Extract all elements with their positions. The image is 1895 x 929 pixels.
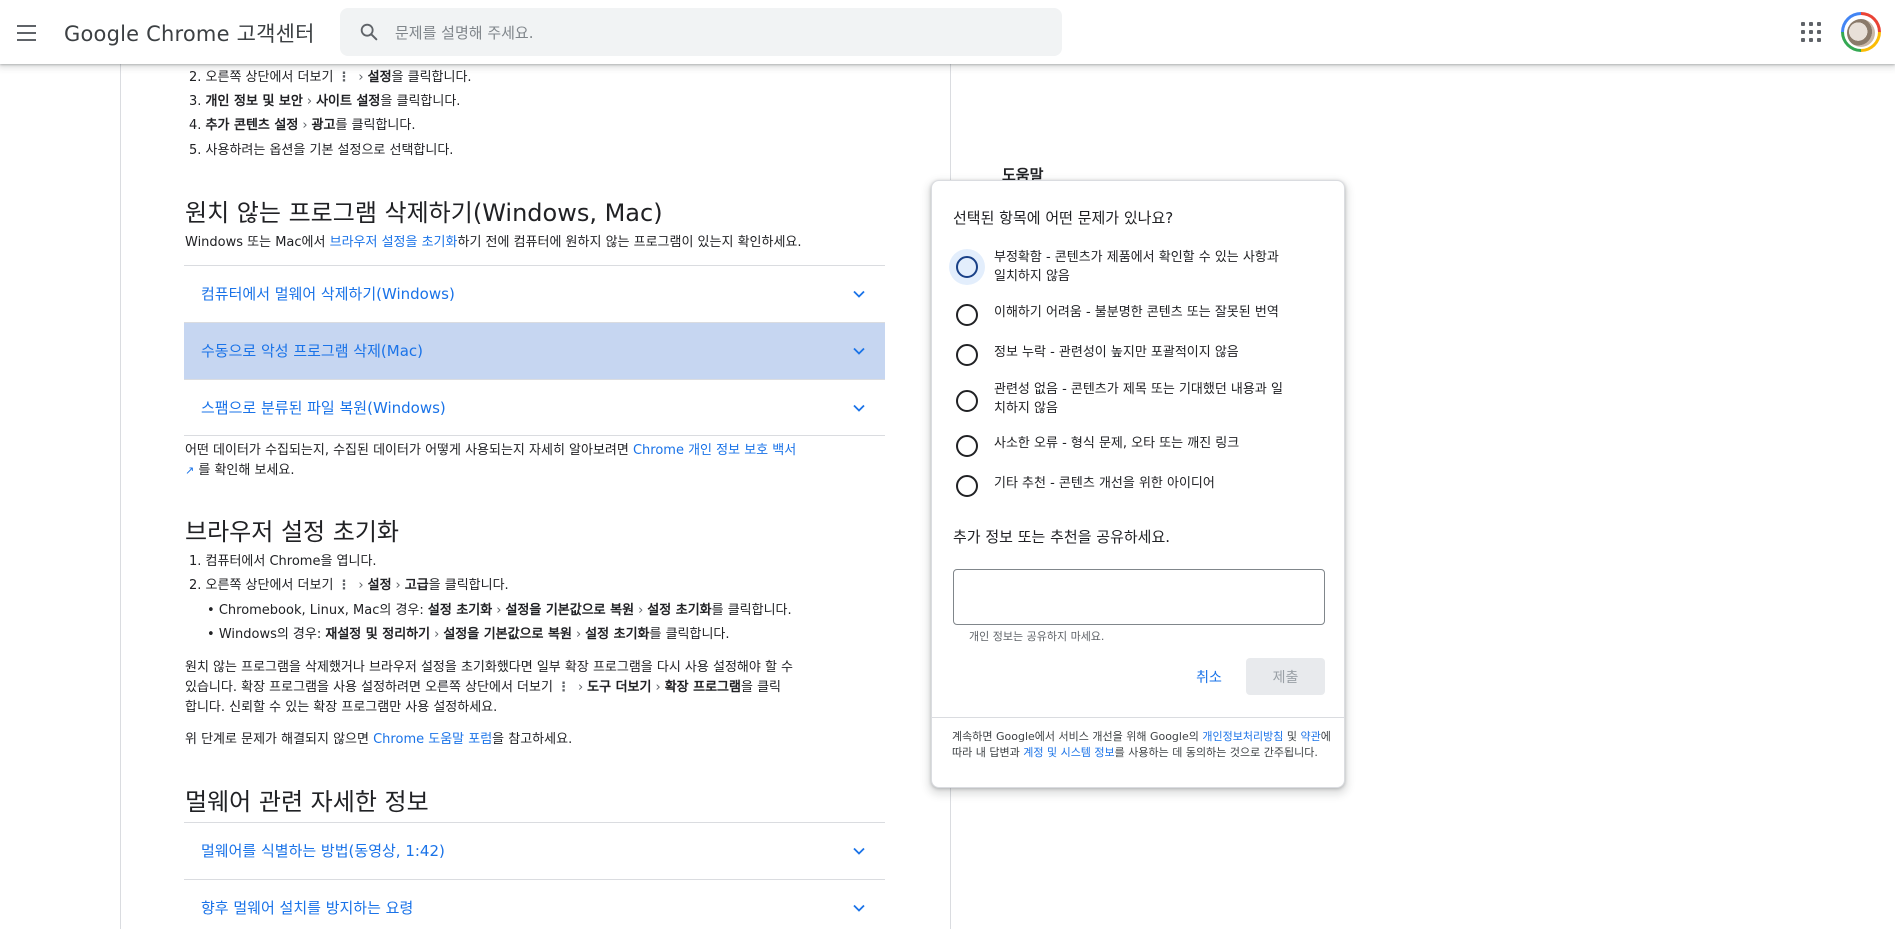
option-missing-info[interactable]: 정보 누락 - 관련성이 높지만 포괄적이지 않음 <box>952 342 1332 368</box>
account-avatar[interactable] <box>1841 12 1881 52</box>
privacy-hint: 개인 정보는 공유하지 마세요. <box>969 630 1105 643</box>
cat-avatar-image <box>1847 19 1875 47</box>
site-title[interactable]: Google Chrome 고객센터 <box>64 18 315 48</box>
submit-button[interactable]: 제출 <box>1246 658 1325 695</box>
consent-text: 계속하면 Google에서 서비스 개선을 위해 Google의 개인정보처리방… <box>952 730 1331 759</box>
reset-settings-link[interactable]: 브라우저 설정을 초기화 <box>330 235 458 250</box>
google-apps-icon[interactable] <box>1800 21 1822 43</box>
radio-button[interactable] <box>956 344 978 366</box>
help-forum-link[interactable]: Chrome 도움말 포럼 <box>373 732 492 747</box>
reset-bullet-chromebook: • Chromebook, Linux, Mac의 경우: 설정 초기화 › 설정을… <box>207 603 792 618</box>
section-heading-remove-programs: 원치 않는 프로그램 삭제하기(Windows, Mac) <box>185 199 663 227</box>
chevron-right-icon: › <box>395 578 401 593</box>
reset-step-2: 2. 오른쪽 상단에서 더보기 ⋮ › 설정 › 고급을 클릭합니다. <box>189 578 509 593</box>
accordion-remove-malware-windows[interactable]: 컴퓨터에서 멀웨어 삭제하기(Windows) <box>184 265 885 322</box>
option-label: 관련성 없음 - 콘텐츠가 제목 또는 기대했던 내용과 일 치하지 않음 <box>994 382 1283 416</box>
privacy-policy-link[interactable]: 개인정보처리방침 <box>1202 730 1283 743</box>
content-left-border <box>120 64 121 929</box>
radio-button[interactable] <box>956 435 978 457</box>
chevron-right-icon: › <box>358 70 364 85</box>
more-vert-icon: ⋮ <box>337 70 351 85</box>
accordion-title: 향후 멀웨어 설치를 방지하는 요령 <box>201 899 414 917</box>
external-link-icon: ↗ <box>185 464 195 477</box>
dialog-footer: 계속하면 Google에서 서비스 개선을 위해 Google의 개인정보처리방… <box>932 717 1344 787</box>
help-forum-paragraph: 위 단계로 문제가 해결되지 않으면 Chrome 도움말 포럼을 참고하세요. <box>185 732 573 747</box>
accordion-remove-malware-mac[interactable]: 수동으로 악성 프로그램 삭제(Mac) <box>184 322 885 379</box>
feedback-textarea[interactable] <box>953 569 1325 625</box>
radio-button[interactable] <box>956 390 978 412</box>
accordion-title: 수동으로 악성 프로그램 삭제(Mac) <box>201 342 423 360</box>
chevron-right-icon: › <box>577 680 584 695</box>
accordion-identify-malware-video[interactable]: 멀웨어를 식별하는 방법(동영상, 1:42) <box>184 822 885 879</box>
step-5-top: 5. 사용하려는 옵션을 기본 설정으로 선택합니다. <box>189 143 454 158</box>
chevron-right-icon: › <box>655 680 661 695</box>
privacy-whitepaper-link[interactable]: Chrome 개인 정보 보호 백서 <box>633 443 796 458</box>
feedback-question: 선택된 항목에 어떤 문제가 있나요? <box>953 209 1174 227</box>
radio-button[interactable] <box>956 475 978 497</box>
option-minor-error[interactable]: 사소한 오류 - 형식 문제, 오타 또는 깨진 링크 <box>952 433 1332 459</box>
more-vert-icon: ⋮ <box>556 680 570 695</box>
reset-bullet-windows: • Windows의 경우: 재설정 및 정리하기 › 설정을 기본값으로 복원 › 설… <box>207 627 730 642</box>
option-hard-to-understand[interactable]: 이해하기 어려움 - 불분명한 콘텐츠 또는 잘못된 번역 <box>952 302 1332 328</box>
chevron-down-icon <box>853 290 865 298</box>
chevron-right-icon: › <box>434 627 440 642</box>
option-label: 사소한 오류 - 형식 문제, 오타 또는 깨진 링크 <box>994 436 1240 451</box>
accordion-prevent-malware[interactable]: 향후 멀웨어 설치를 방지하는 요령 <box>184 879 885 929</box>
feedback-dialog: 선택된 항목에 어떤 문제가 있나요? 부정확함 - 콘텐츠가 제품에서 확인할… <box>931 180 1345 788</box>
accordion-title: 스팸으로 분류된 파일 복원(Windows) <box>201 399 446 417</box>
remove-programs-description: Windows 또는 Mac에서 브라우저 설정을 초기화하기 전에 컴퓨터에 … <box>185 235 802 250</box>
radio-button[interactable] <box>956 304 978 326</box>
privacy-note: 어떤 데이터가 수집되는지, 수집된 데이터가 어떻게 사용되는지 자세히 알아… <box>185 441 885 481</box>
cancel-button[interactable]: 취소 <box>1174 659 1244 695</box>
reset-step-1: 1. 컴퓨터에서 Chrome을 엽니다. <box>189 554 377 569</box>
option-inaccurate[interactable]: 부정확함 - 콘텐츠가 제품에서 확인할 수 있는 사항과 일치하지 않음 <box>949 248 1332 288</box>
search-icon <box>360 23 378 41</box>
option-label: 기타 추천 - 콘텐츠 개선을 위한 아이디어 <box>994 476 1215 491</box>
main-menu-icon[interactable] <box>14 18 42 46</box>
accordion-title: 컴퓨터에서 멀웨어 삭제하기(Windows) <box>201 285 455 303</box>
option-label: 부정확함 - 콘텐츠가 제품에서 확인할 수 있는 사항과 일치하지 않음 <box>994 250 1279 284</box>
chevron-down-icon <box>853 847 865 855</box>
search-input[interactable]: 문제를 설명해 주세요. <box>395 22 534 43</box>
account-system-info-link[interactable]: 계정 및 시스템 정보 <box>1023 746 1114 759</box>
share-label: 추가 정보 또는 추천을 공유하세요. <box>953 528 1171 546</box>
chevron-down-icon <box>853 404 865 412</box>
option-label: 정보 누락 - 관련성이 높지만 포괄적이지 않음 <box>994 345 1239 360</box>
chevron-right-icon: › <box>302 118 308 133</box>
reset-extensions-paragraph: 원치 않는 프로그램을 삭제했거나 브라우저 설정을 초기화했다면 일부 확장 … <box>185 660 794 715</box>
option-label: 이해하기 어려움 - 불분명한 콘텐츠 또는 잘못된 번역 <box>994 305 1279 320</box>
terms-link[interactable]: 약관 <box>1300 730 1320 743</box>
section-heading-reset-browser: 브라우저 설정 초기화 <box>185 518 399 546</box>
chevron-right-icon: › <box>358 578 364 593</box>
chevron-down-icon <box>853 904 865 912</box>
step-4-top: 4. 추가 콘텐츠 설정 › 광고를 클릭합니다. <box>189 118 416 133</box>
step-2-top: 2. 오른쪽 상단에서 더보기 ⋮ › 설정을 클릭합니다. <box>189 70 472 85</box>
step-3-top: 3. 개인 정보 및 보안 › 사이트 설정을 클릭합니다. <box>189 94 461 109</box>
option-irrelevant[interactable]: 관련성 없음 - 콘텐츠가 제목 또는 기대했던 내용과 일 치하지 않음 <box>952 380 1332 420</box>
radio-button[interactable] <box>949 249 985 285</box>
top-app-bar: Google Chrome 고객센터 문제를 설명해 주세요. <box>0 0 1895 64</box>
chevron-down-icon <box>853 347 865 355</box>
accordion-restore-spam-files[interactable]: 스팸으로 분류된 파일 복원(Windows) <box>184 379 885 436</box>
option-other-suggestion[interactable]: 기타 추천 - 콘텐츠 개선을 위한 아이디어 <box>952 473 1332 499</box>
more-vert-icon: ⋮ <box>337 578 351 593</box>
accordion-title: 멀웨어를 식별하는 방법(동영상, 1:42) <box>201 842 445 860</box>
chevron-right-icon: › <box>575 627 582 642</box>
chevron-right-icon: › <box>496 603 502 618</box>
section-heading-malware-info: 멀웨어 관련 자세한 정보 <box>185 788 429 816</box>
chevron-right-icon: › <box>306 94 313 109</box>
search-bar[interactable]: 문제를 설명해 주세요. <box>340 8 1062 56</box>
chevron-right-icon: › <box>638 603 644 618</box>
